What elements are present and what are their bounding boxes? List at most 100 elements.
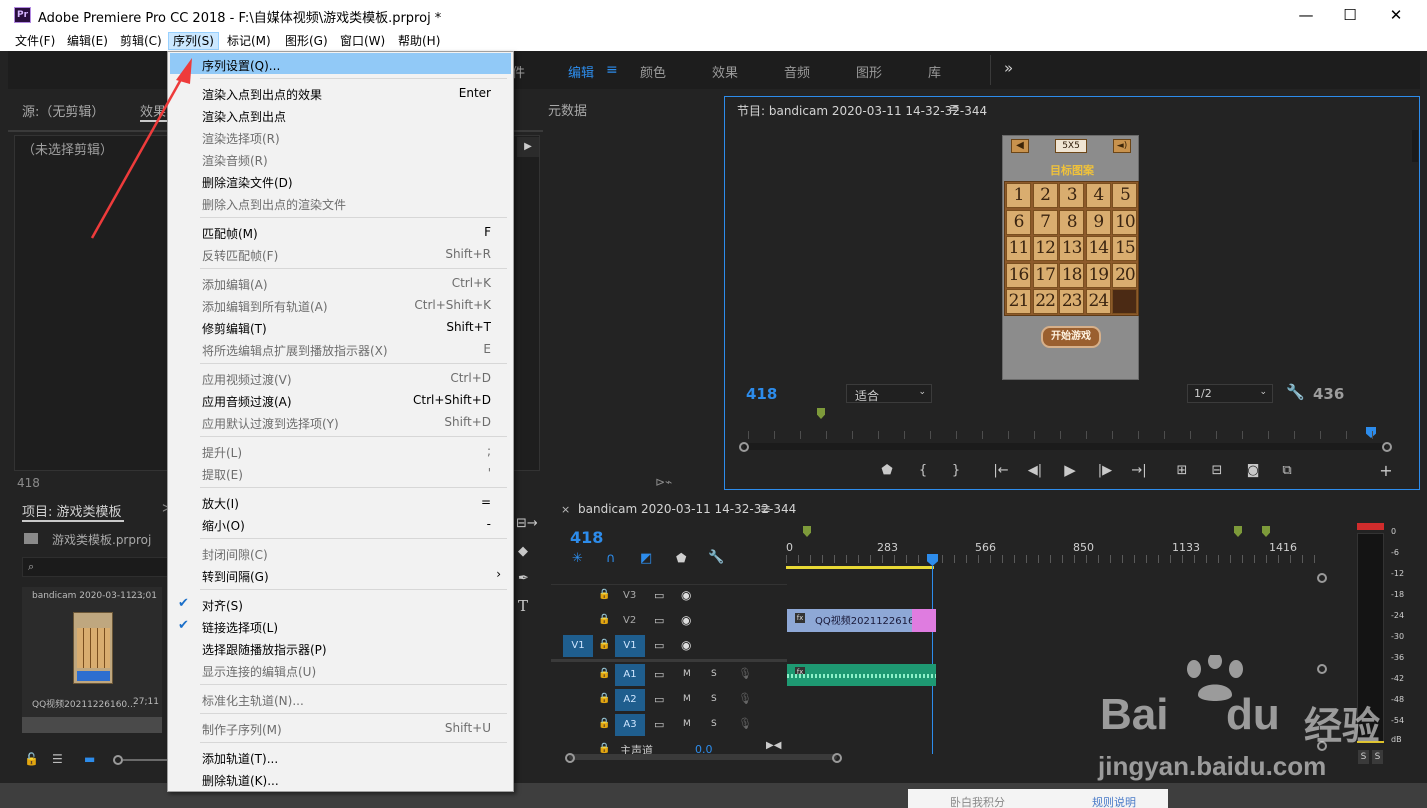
- solo-button[interactable]: S: [711, 694, 717, 704]
- mark-in-icon[interactable]: {: [913, 463, 933, 478]
- timeline-timecode[interactable]: 418: [570, 528, 603, 547]
- step-back-icon[interactable]: ◀|: [1025, 463, 1045, 478]
- sequence-menu-item[interactable]: 制作子序列(M) Shift+U: [170, 717, 511, 738]
- menu-help[interactable]: 帮助(H): [394, 32, 444, 50]
- sequence-menu-item[interactable]: 标准化主轨道(N)...: [170, 688, 511, 709]
- menu-file[interactable]: 文件(F): [11, 32, 59, 50]
- project-search-input[interactable]: ⌕: [22, 557, 168, 577]
- microphone-icon[interactable]: 🎙: [738, 667, 752, 680]
- sequence-menu-item[interactable]: 缩小(O) -: [170, 513, 511, 534]
- workspace-tab-color[interactable]: 颜色: [640, 62, 666, 81]
- track-target-a1[interactable]: A1: [615, 664, 645, 686]
- menu-markers[interactable]: 标记(M): [223, 32, 275, 50]
- h-scroll-handle-right[interactable]: [832, 753, 842, 763]
- timeline-menu-icon[interactable]: ≡: [760, 502, 771, 517]
- play-arrow-icon[interactable]: ▶: [517, 137, 539, 157]
- metadata-tab[interactable]: 元数据: [548, 100, 587, 119]
- video-clip-pink[interactable]: [912, 609, 936, 632]
- eye-icon[interactable]: ◉: [681, 638, 691, 652]
- sequence-menu-item[interactable]: 匹配帧(M) F: [170, 221, 511, 242]
- sync-lock-icon[interactable]: ▭: [654, 589, 664, 602]
- sequence-menu-item[interactable]: 渲染音频(R): [170, 148, 511, 169]
- add-button-icon[interactable]: +: [1376, 461, 1396, 480]
- sequence-menu-item[interactable]: 放大(I) =: [170, 491, 511, 512]
- sequence-menu-item[interactable]: 封闭间隙(C): [170, 542, 511, 563]
- add-marker-timeline-icon[interactable]: ⬟: [676, 551, 686, 565]
- list-view-icon[interactable]: ☰: [52, 752, 63, 766]
- menu-graphics[interactable]: 图形(G): [281, 32, 332, 50]
- icon-view-icon[interactable]: ▬: [84, 752, 95, 766]
- solo-button[interactable]: S: [711, 669, 717, 679]
- a-scroll-handle-top[interactable]: [1317, 664, 1327, 674]
- sequence-menu-item[interactable]: 删除轨道(K)...: [170, 768, 511, 789]
- step-forward-icon[interactable]: |▶: [1095, 463, 1115, 478]
- clip-indicator[interactable]: [1357, 523, 1384, 530]
- workspace-tab-edit[interactable]: 编辑: [568, 62, 594, 81]
- sequence-menu-item[interactable]: 显示连接的编辑点(U): [170, 659, 511, 680]
- lock-track-icon[interactable]: 🔒: [598, 639, 610, 650]
- sync-lock-icon[interactable]: ▭: [654, 693, 664, 706]
- go-to-end-icon[interactable]: ▶◀: [766, 740, 781, 751]
- camera-icon[interactable]: ◙: [1243, 463, 1263, 478]
- extract-icon[interactable]: ⊟: [1207, 463, 1227, 478]
- export-frame-icon[interactable]: ⊳⌁: [655, 475, 672, 489]
- pen-tool-icon[interactable]: ✒: [518, 571, 529, 586]
- v-scroll-handle-top[interactable]: [1317, 573, 1327, 583]
- go-to-out-icon[interactable]: →|: [1129, 463, 1149, 478]
- eye-icon[interactable]: ◉: [681, 613, 691, 627]
- track-target-v1[interactable]: V1: [615, 635, 645, 657]
- menu-sequence[interactable]: 序列(S): [168, 32, 219, 50]
- workspace-tab-library[interactable]: 库: [928, 62, 941, 81]
- timeline-settings-wrench-icon[interactable]: 🔧: [708, 550, 724, 565]
- sequence-menu-item[interactable]: 应用视频过渡(V) Ctrl+D: [170, 367, 511, 388]
- lock-track-icon[interactable]: 🔒: [598, 589, 610, 600]
- maximize-button[interactable]: ☐: [1327, 0, 1373, 30]
- audio-clip-a1[interactable]: fx: [787, 664, 936, 686]
- monitor-scrollbar[interactable]: [1412, 130, 1418, 162]
- workspace-tab-graphics[interactable]: 图形: [856, 62, 882, 81]
- workspace-tab-effects[interactable]: 效果: [712, 62, 738, 81]
- mute-button[interactable]: M: [683, 694, 691, 704]
- meter-solo-left[interactable]: S: [1358, 750, 1369, 764]
- wrench-icon[interactable]: 🔧: [1286, 383, 1305, 401]
- nest-icon[interactable]: ✳: [572, 551, 583, 566]
- sequence-menu-item[interactable]: ✔ 链接选择项(L): [170, 615, 511, 636]
- resolution-dropdown[interactable]: 1/2 ⌄: [1187, 384, 1273, 403]
- monitor-zoom-bar[interactable]: [744, 443, 1386, 450]
- sequence-menu-item[interactable]: 应用默认过渡到选择项(Y) Shift+D: [170, 411, 511, 432]
- sequence-menu-item[interactable]: 提取(E) ': [170, 462, 511, 483]
- mark-out-icon[interactable]: }: [946, 463, 966, 478]
- snap-magnet-icon[interactable]: ∩: [606, 551, 616, 566]
- sequence-menu-item[interactable]: 添加编辑到所有轨道(A) Ctrl+Shift+K: [170, 294, 511, 315]
- fit-dropdown[interactable]: 适合 ⌄: [846, 384, 932, 403]
- zoom-slider-handle[interactable]: [113, 755, 123, 765]
- sequence-menu-item[interactable]: 删除入点到出点的渲染文件: [170, 192, 511, 213]
- eye-icon[interactable]: ◉: [681, 588, 691, 602]
- sequence-menu-item[interactable]: 应用音频过渡(A) Ctrl+Shift+D: [170, 389, 511, 410]
- sequence-menu-item[interactable]: ✔ 对齐(S): [170, 593, 511, 614]
- zoom-handle-left[interactable]: [739, 442, 749, 452]
- lock-track-icon[interactable]: 🔒: [598, 743, 610, 754]
- add-marker-icon[interactable]: ⬟: [877, 463, 897, 478]
- sequence-menu-item[interactable]: 选择跟随播放指示器(P): [170, 637, 511, 658]
- work-area-bar[interactable]: [786, 566, 934, 569]
- linked-selection-icon[interactable]: ◩: [640, 551, 652, 566]
- sync-lock-icon[interactable]: ▭: [654, 718, 664, 731]
- timeline-h-scrollbar[interactable]: [569, 754, 837, 760]
- sync-lock-icon[interactable]: ▭: [654, 639, 664, 652]
- overlay-text-right[interactable]: 规则说明: [1092, 794, 1136, 808]
- microphone-icon[interactable]: 🎙: [738, 717, 752, 730]
- zoom-slider-track[interactable]: [123, 759, 168, 761]
- go-to-in-icon[interactable]: |←: [991, 463, 1011, 478]
- sequence-menu-item[interactable]: 提升(L);: [170, 440, 511, 461]
- lock-track-icon[interactable]: 🔒: [598, 693, 610, 704]
- lock-track-icon[interactable]: 🔒: [598, 718, 610, 729]
- sync-lock-icon[interactable]: ▭: [654, 668, 664, 681]
- close-button[interactable]: ✕: [1373, 0, 1419, 30]
- workspace-menu-icon[interactable]: ≡: [606, 62, 618, 78]
- video-clip-v2[interactable]: fx QQ视频202112261604: [787, 609, 927, 632]
- razor-tool-icon[interactable]: ◆: [518, 544, 528, 559]
- menu-clip[interactable]: 剪辑(C): [116, 32, 166, 50]
- meter-solo-right[interactable]: S: [1372, 750, 1383, 764]
- sequence-menu-item[interactable]: 渲染入点到出点的效果 Enter: [170, 82, 511, 103]
